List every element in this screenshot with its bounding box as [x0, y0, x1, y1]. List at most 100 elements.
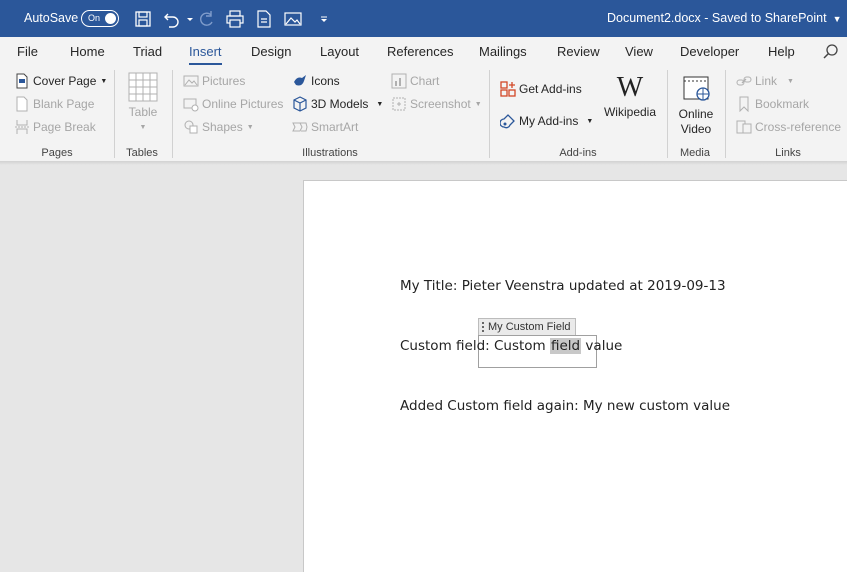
- online-pictures-label: Online Pictures: [202, 97, 284, 111]
- group-separator: [725, 70, 726, 158]
- group-label-links: Links: [775, 147, 801, 159]
- selected-text[interactable]: field: [550, 338, 582, 354]
- icons-button[interactable]: Icons: [292, 72, 340, 90]
- content-control-tag-label: My Custom Field: [488, 321, 571, 333]
- group-label-media: Media: [680, 147, 710, 159]
- bookmark-button: Bookmark: [736, 95, 809, 113]
- online-pictures-button: Online Pictures: [183, 95, 283, 113]
- autosave-toggle-label: On: [88, 13, 101, 23]
- bookmark-label: Bookmark: [755, 97, 810, 111]
- content-control-tag[interactable]: My Custom Field: [478, 318, 576, 336]
- shapes-icon: [183, 119, 199, 135]
- document-title-text: Document2.docx - Saved to SharePoint: [607, 11, 827, 25]
- chevron-down-icon: ▼: [787, 77, 794, 85]
- get-addins-button[interactable]: Get Add-ins: [500, 80, 582, 98]
- undo-icon[interactable]: [162, 9, 182, 29]
- online-video-button[interactable]: Online Video: [673, 74, 719, 137]
- icons-icon: [292, 73, 308, 89]
- group-label-illustrations: Illustrations: [302, 147, 358, 159]
- toggle-knob: [105, 13, 116, 24]
- link-label: Link: [755, 74, 778, 88]
- chart-icon: [391, 73, 407, 89]
- pictures-button: Pictures: [183, 72, 245, 90]
- tab-file[interactable]: File: [17, 44, 38, 59]
- content-control-value[interactable]: Custom field value: [494, 338, 622, 354]
- chart-label: Chart: [410, 74, 440, 88]
- tab-review[interactable]: Review: [557, 44, 600, 59]
- get-addins-label: Get Add-ins: [519, 82, 582, 96]
- my-addins-label: My Add-ins: [519, 114, 579, 128]
- cube-icon: [292, 96, 308, 112]
- link-icon: [736, 73, 752, 89]
- tab-home[interactable]: Home: [70, 44, 105, 59]
- search-icon[interactable]: [822, 43, 840, 61]
- tab-mailings[interactable]: Mailings: [479, 44, 527, 59]
- icons-label: Icons: [311, 74, 340, 88]
- cover-page-icon: [14, 73, 30, 89]
- chevron-down-icon: ▼: [474, 100, 482, 108]
- print-icon[interactable]: [225, 9, 245, 29]
- undo-dropdown-icon[interactable]: [180, 9, 193, 29]
- group-separator: [489, 70, 490, 158]
- table-label: Table: [128, 105, 158, 119]
- wikipedia-label: Wikipedia: [603, 105, 657, 119]
- online-video-label-line1: Online: [678, 107, 714, 121]
- ribbon-tabs: File Home Triad Insert Design Layout Ref…: [0, 37, 847, 66]
- group-separator: [667, 70, 668, 158]
- title-paragraph[interactable]: My Title: Pieter Veenstra updated at 201…: [400, 278, 726, 294]
- document-title[interactable]: Document2.docx - Saved to SharePoint ▼: [607, 11, 842, 25]
- screenshot-button: Screenshot ▼: [391, 95, 482, 113]
- addins-icon: [499, 113, 516, 129]
- chart-button: Chart: [391, 72, 439, 90]
- group-label-tables: Tables: [126, 147, 158, 159]
- screenshot-icon: [391, 96, 407, 112]
- chevron-down-icon: ▼: [246, 123, 254, 131]
- online-video-label-line2: Video: [680, 122, 712, 136]
- tab-help[interactable]: Help: [768, 44, 795, 59]
- chevron-down-icon: ▼: [586, 117, 594, 125]
- tab-triad[interactable]: Triad: [133, 44, 162, 59]
- chevron-down-icon: ▼: [376, 100, 384, 108]
- blank-page-button: Blank Page: [14, 95, 94, 113]
- redo-icon: [196, 9, 216, 29]
- group-separator: [172, 70, 173, 158]
- page-break-label: Page Break: [33, 120, 96, 134]
- tab-layout[interactable]: Layout: [320, 44, 359, 59]
- wikipedia-button[interactable]: W Wikipedia: [600, 74, 660, 120]
- custom-field-prefix: Custom field:: [400, 338, 494, 354]
- 3d-models-button[interactable]: 3D Models ▼: [292, 95, 383, 113]
- picture-icon[interactable]: [283, 9, 303, 29]
- tab-developer[interactable]: Developer: [680, 44, 739, 59]
- page-break-icon: [14, 119, 30, 135]
- custom-field-paragraph[interactable]: Custom field: Custom field value: [400, 338, 622, 354]
- drag-handle-icon[interactable]: [482, 322, 484, 333]
- blank-page-icon: [14, 96, 30, 112]
- customize-toolbar-icon[interactable]: [314, 9, 328, 29]
- pictures-label: Pictures: [202, 74, 246, 88]
- title-bar: AutoSave On Document2.docx - Saved to Sh…: [0, 0, 847, 37]
- group-label-addins: Add-ins: [559, 147, 597, 159]
- shapes-label: Shapes: [202, 120, 243, 134]
- ribbon-insert: Cover Page ▼ Blank Page Page Break Pages …: [0, 66, 847, 165]
- document-icon[interactable]: [254, 9, 274, 29]
- tab-references[interactable]: References: [387, 44, 453, 59]
- online-video-icon: [681, 74, 711, 104]
- document-page[interactable]: My Title: Pieter Veenstra updated at 201…: [303, 180, 847, 572]
- cc-value-after: value: [581, 338, 623, 354]
- table-icon: [128, 72, 158, 102]
- tab-view[interactable]: View: [625, 44, 653, 59]
- group-separator: [114, 70, 115, 158]
- navigation-area: [0, 165, 303, 572]
- screenshot-label: Screenshot: [410, 97, 471, 111]
- tab-insert[interactable]: Insert: [189, 44, 222, 65]
- chevron-down-icon: ▼: [100, 77, 108, 85]
- shapes-button: Shapes ▼: [183, 118, 254, 136]
- my-addins-button[interactable]: My Add-ins ▼: [499, 112, 594, 130]
- cover-page-label: Cover Page: [33, 74, 97, 88]
- tab-design[interactable]: Design: [251, 44, 291, 59]
- cover-page-button[interactable]: Cover Page ▼: [14, 72, 107, 90]
- save-icon[interactable]: [133, 9, 153, 29]
- page-break-button: Page Break: [14, 118, 96, 136]
- autosave-toggle[interactable]: On: [81, 10, 119, 27]
- added-field-paragraph[interactable]: Added Custom field again: My new custom …: [400, 398, 730, 414]
